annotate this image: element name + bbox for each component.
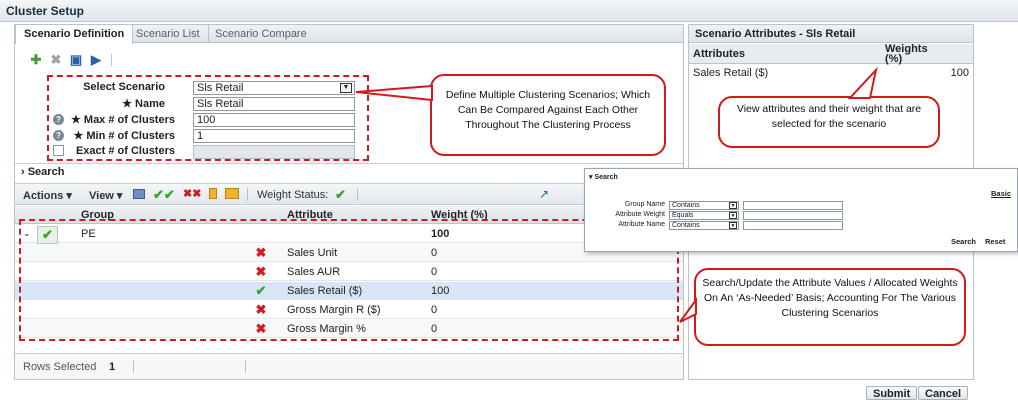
search-operator-select[interactable]: Contains ▼	[669, 221, 739, 230]
search-operator-value: Contains	[672, 222, 700, 229]
attribute-name: Sales Retail ($)	[693, 67, 769, 79]
columns-icon[interactable]	[225, 188, 239, 199]
chevron-down-icon[interactable]: ▼	[729, 222, 737, 229]
grid-highlight-box	[19, 219, 679, 341]
view-menu[interactable]: View ▾	[89, 189, 122, 202]
search-operator-value: Contains	[672, 202, 700, 209]
tab-scenario-definition[interactable]: Scenario Definition	[15, 25, 134, 44]
search-operator-select[interactable]: Equals ▼	[669, 211, 739, 220]
grid-icon[interactable]	[133, 189, 145, 199]
weight-status-check-icon: ✔	[335, 187, 346, 202]
form-highlight-box	[47, 75, 369, 161]
cancel-button[interactable]: Cancel	[918, 386, 969, 400]
search-section-toggle[interactable]: › Search	[15, 163, 683, 179]
window-titlebar: Cluster Setup	[0, 0, 1018, 22]
search-operator-value: Equals	[672, 212, 694, 219]
attribute-weight: 100	[950, 67, 969, 79]
actions-menu[interactable]: Actions ▾	[23, 189, 72, 202]
save-icon[interactable]: ▣	[69, 53, 83, 67]
toolbar-divider	[111, 54, 112, 66]
delete-icon[interactable]: ✖	[49, 53, 63, 67]
rows-selected-label: Rows Selected	[23, 361, 97, 373]
rows-selected-value: 1	[109, 361, 116, 373]
scenario-attributes-header: Attributes Weights (%)	[689, 44, 973, 65]
submit-button[interactable]: Submit	[866, 386, 918, 400]
reset-button[interactable]: Reset	[985, 237, 1005, 246]
search-value-input[interactable]	[743, 211, 843, 220]
column-header-attributes[interactable]: Attributes	[693, 48, 745, 60]
tab-scenario-list[interactable]: Scenario List	[128, 25, 209, 43]
search-button[interactable]: Search	[951, 237, 976, 246]
scenario-attributes-title: Scenario Attributes - Sls Retail	[689, 25, 973, 43]
search-field-label: Attribute Name	[618, 221, 665, 228]
search-field-label: Attribute Weight	[615, 211, 665, 218]
detach-icon[interactable]: ↗	[539, 187, 549, 201]
callout-view-attributes: View attributes and their weight that ar…	[718, 96, 940, 148]
uncheck-all-icon[interactable]: ✖✖	[183, 187, 201, 200]
search-value-input[interactable]	[743, 201, 843, 210]
add-icon[interactable]: ✚	[29, 53, 43, 67]
column-header-weights[interactable]: Weights (%)	[885, 44, 945, 65]
tab-scenario-compare[interactable]: Scenario Compare	[207, 25, 315, 43]
footer-divider	[133, 360, 134, 373]
weight-status-label: Weight Status:	[257, 189, 329, 201]
check-all-icon[interactable]: ✔✔	[153, 187, 175, 203]
grid-footer: Rows Selected 1	[15, 353, 683, 379]
callout-search-update: Search/Update the Attribute Values / All…	[694, 268, 966, 346]
toolbar-divider	[247, 188, 248, 201]
search-popup-title[interactable]: ▾ Search	[589, 173, 618, 181]
grid-toolbar: Actions ▾ View ▾ ✔✔ ✖✖ Weight Status: ✔ …	[15, 183, 683, 205]
toolbar-divider	[357, 188, 358, 201]
basic-search-link[interactable]: Basic	[991, 189, 1011, 198]
chevron-down-icon[interactable]: ▼	[729, 212, 737, 219]
search-field-label: Group Name	[624, 201, 665, 208]
tab-strip: Scenario Definition Scenario List Scenar…	[15, 25, 683, 44]
footer-divider	[245, 360, 246, 373]
advanced-search-popup: ▾ Search Basic Group Name Contains ▼ Attr…	[584, 168, 1018, 252]
search-operator-select[interactable]: Contains ▼	[669, 201, 739, 210]
list-item[interactable]: Sales Retail ($) 100	[689, 65, 973, 81]
chevron-down-icon[interactable]: ▼	[729, 202, 737, 209]
run-icon[interactable]: ▶	[89, 53, 103, 67]
freeze-icon[interactable]	[209, 188, 217, 199]
callout-define-scenarios: Define Multiple Clustering Scenarios; Wh…	[430, 74, 666, 156]
window-title: Cluster Setup	[6, 4, 85, 18]
search-value-input[interactable]	[743, 221, 843, 230]
